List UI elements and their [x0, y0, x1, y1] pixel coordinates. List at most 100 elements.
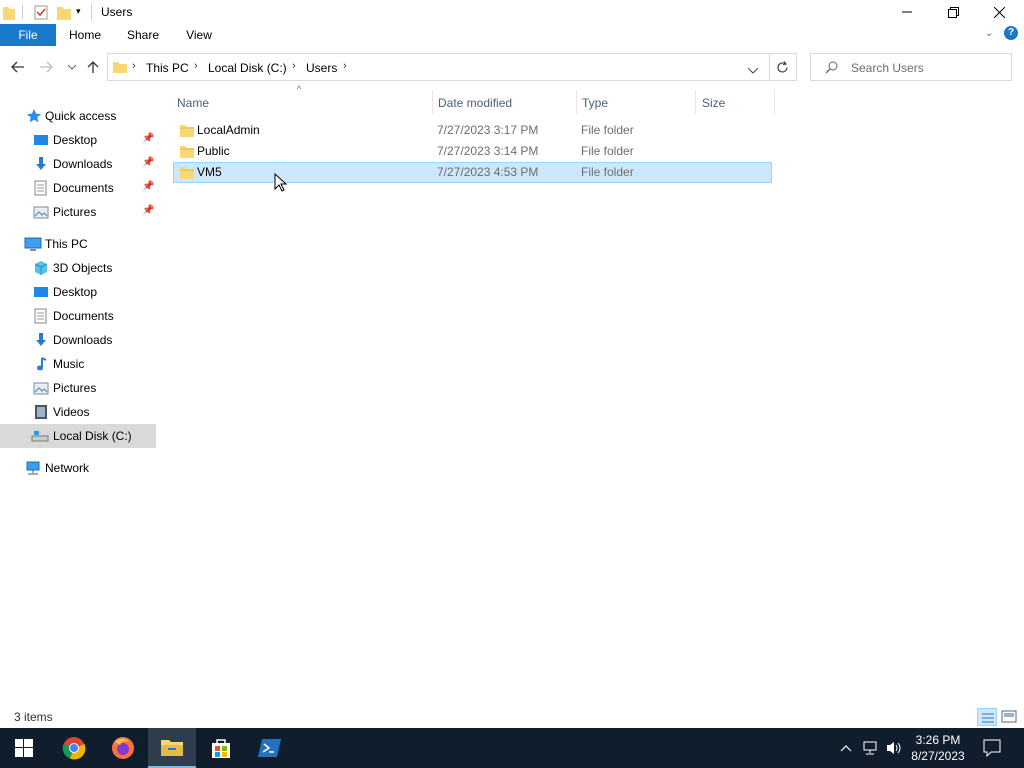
clock[interactable]: 3:26 PM 8/27/2023: [906, 732, 970, 764]
column-divider[interactable]: [695, 90, 696, 114]
search-icon: [825, 61, 838, 77]
minimize-button[interactable]: [884, 0, 930, 24]
chevron-right-icon[interactable]: ›: [292, 60, 296, 72]
sidebar-label: Network: [45, 461, 90, 475]
search-input[interactable]: Search Users: [810, 53, 1012, 81]
chrome-icon[interactable]: [50, 728, 98, 768]
file-name: VM5: [197, 165, 222, 179]
chevron-right-icon[interactable]: ›: [194, 60, 198, 72]
breadcrumb-local-disk[interactable]: Local Disk (C:): [208, 61, 287, 75]
new-folder-icon[interactable]: [57, 4, 71, 23]
refresh-button[interactable]: [769, 53, 797, 81]
sidebar-label: Desktop: [53, 285, 98, 299]
help-icon[interactable]: ?: [1004, 26, 1018, 40]
breadcrumb-users[interactable]: Users: [306, 61, 337, 75]
sidebar-label: Downloads: [53, 333, 113, 347]
sidebar-item-downloads[interactable]: Downloads 📌: [0, 152, 156, 176]
pin-icon[interactable]: 📌: [142, 205, 154, 216]
clock-time: 3:26 PM: [915, 733, 961, 747]
sidebar-label: Downloads: [53, 157, 113, 171]
pin-icon[interactable]: 📌: [142, 133, 154, 144]
customize-toolbar-icon[interactable]: ▾: [76, 6, 81, 17]
sidebar-item-desktop[interactable]: Desktop 📌: [0, 128, 156, 152]
file-row[interactable]: LocalAdmin 7/27/2023 3:17 PM File folder: [173, 120, 772, 141]
breadcrumb-this-pc[interactable]: This PC: [146, 61, 189, 75]
file-date: 7/27/2023 4:53 PM: [437, 165, 539, 179]
close-button[interactable]: [976, 0, 1022, 24]
sidebar-label: Quick access: [45, 109, 117, 123]
tab-view[interactable]: View: [176, 24, 222, 46]
firefox-icon[interactable]: [99, 728, 147, 768]
file-row-selected[interactable]: VM5 7/27/2023 4:53 PM File folder: [173, 162, 772, 183]
mouse-cursor-icon: [274, 172, 288, 196]
store-icon[interactable]: [197, 728, 245, 768]
item-count: 3 items: [14, 710, 53, 724]
clock-date: 8/27/2023: [911, 749, 965, 763]
sidebar-item-pictures[interactable]: Pictures 📌: [0, 200, 156, 224]
sidebar-item-this-pc[interactable]: This PC: [0, 232, 156, 256]
expand-ribbon-icon[interactable]: ⌄: [985, 28, 993, 39]
up-button[interactable]: [83, 57, 103, 77]
tab-file[interactable]: File: [0, 24, 56, 46]
column-divider[interactable]: [432, 90, 433, 114]
forward-button[interactable]: [36, 57, 56, 77]
sidebar-item-desktop-pc[interactable]: Desktop: [0, 280, 156, 304]
ribbon-tabs: File Home Share View ⌄ ?: [0, 24, 1024, 46]
sidebar-item-pictures-pc[interactable]: Pictures: [0, 376, 156, 400]
volume-icon[interactable]: [885, 740, 903, 759]
column-name[interactable]: Name: [177, 96, 209, 110]
properties-icon[interactable]: [34, 4, 48, 23]
file-type: File folder: [581, 123, 634, 137]
back-button[interactable]: [8, 57, 28, 77]
desktop-icon: [33, 132, 49, 148]
file-row[interactable]: Public 7/27/2023 3:14 PM File folder: [173, 141, 772, 162]
sidebar-item-videos[interactable]: Videos: [0, 400, 156, 424]
pictures-icon: [33, 204, 49, 220]
column-headers: Name ^ Date modified Type Size: [160, 84, 780, 114]
column-divider[interactable]: [576, 90, 577, 114]
chevron-up-icon[interactable]: [840, 741, 852, 755]
column-type[interactable]: Type: [582, 96, 608, 110]
computer-icon: [24, 236, 42, 252]
pin-icon[interactable]: 📌: [142, 157, 154, 168]
details-view-button[interactable]: [977, 708, 997, 726]
start-button[interactable]: [0, 728, 48, 768]
sidebar-item-quick-access[interactable]: Quick access: [0, 104, 156, 128]
sidebar-label: Documents: [53, 309, 114, 323]
powershell-icon[interactable]: [246, 728, 294, 768]
pin-icon[interactable]: 📌: [142, 181, 154, 192]
drive-icon: [31, 428, 49, 444]
sidebar-item-network[interactable]: Network: [0, 456, 156, 480]
cube-icon: [33, 260, 49, 276]
sidebar-item-documents[interactable]: Documents 📌: [0, 176, 156, 200]
sidebar-item-documents-pc[interactable]: Documents: [0, 304, 156, 328]
address-bar[interactable]: › This PC › Local Disk (C:) › Users ›: [107, 53, 770, 81]
notifications-icon[interactable]: [983, 739, 1001, 760]
sidebar-label: Music: [53, 357, 85, 371]
chevron-right-icon[interactable]: ›: [132, 60, 136, 72]
folder-icon[interactable]: [3, 4, 15, 23]
chevron-down-icon[interactable]: [747, 63, 759, 77]
folder-icon: [180, 123, 194, 140]
sidebar-label: Pictures: [53, 205, 97, 219]
large-icons-view-button[interactable]: [1001, 710, 1017, 727]
recent-locations-button[interactable]: [62, 57, 82, 77]
restore-button[interactable]: [930, 0, 976, 24]
column-date-modified[interactable]: Date modified: [438, 96, 512, 110]
tab-home[interactable]: Home: [60, 24, 110, 46]
navigation-pane: Quick access Desktop 📌 Downloads 📌 Docum…: [0, 100, 157, 700]
network-status-icon[interactable]: [862, 740, 880, 759]
column-divider[interactable]: [774, 90, 775, 114]
chevron-right-icon[interactable]: ›: [343, 60, 347, 72]
tab-share[interactable]: Share: [118, 24, 168, 46]
column-size[interactable]: Size: [702, 96, 725, 110]
sidebar-item-music[interactable]: Music: [0, 352, 156, 376]
sidebar-label: 3D Objects: [53, 261, 113, 275]
sidebar-item-3d-objects[interactable]: 3D Objects: [0, 256, 156, 280]
separator: [22, 5, 23, 19]
sort-ascending-icon: ^: [297, 84, 302, 94]
sidebar-item-local-disk[interactable]: Local Disk (C:): [0, 424, 156, 448]
file-explorer-icon[interactable]: [148, 728, 196, 768]
sidebar-item-downloads-pc[interactable]: Downloads: [0, 328, 156, 352]
network-icon: [24, 460, 40, 476]
